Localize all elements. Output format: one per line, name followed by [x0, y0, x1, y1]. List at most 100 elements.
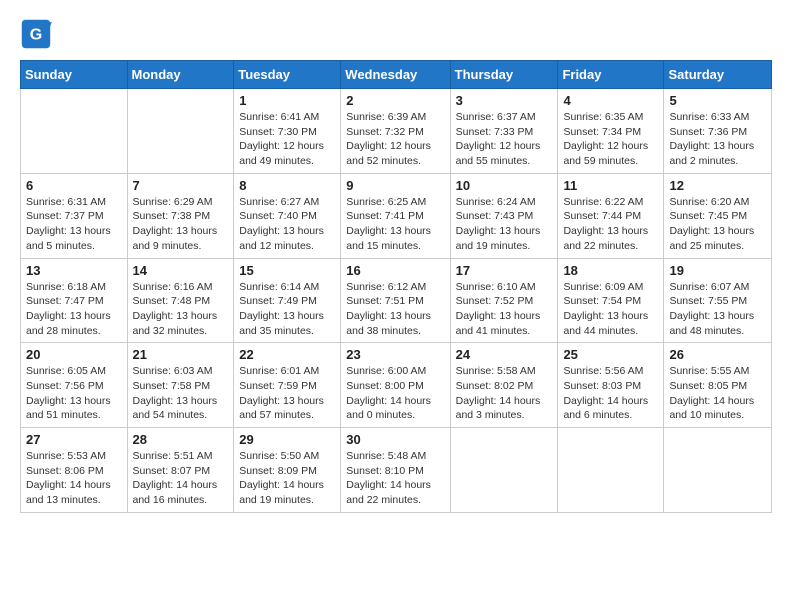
day-info: Sunrise: 6:31 AMSunset: 7:37 PMDaylight:…	[26, 195, 122, 254]
week-row-5: 27 Sunrise: 5:53 AMSunset: 8:06 PMDayligh…	[21, 428, 772, 513]
day-number: 30	[346, 432, 444, 447]
calendar-cell	[127, 89, 234, 174]
week-row-2: 6Sunrise: 6:31 AMSunset: 7:37 PMDaylight…	[21, 173, 772, 258]
day-number: 10	[456, 178, 553, 193]
day-number: 12	[669, 178, 766, 193]
day-info: Sunrise: 6:29 AMSunset: 7:38 PMDaylight:…	[133, 195, 229, 254]
day-info: Sunrise: 5:50 AMSunset: 8:09 PMDaylight:…	[239, 449, 335, 508]
col-header-saturday: Saturday	[664, 61, 772, 89]
day-info: Sunrise: 6:12 AMSunset: 7:51 PMDaylight:…	[346, 280, 444, 339]
day-number: 27	[26, 432, 122, 447]
day-number: 26	[669, 347, 766, 362]
day-number: 19	[669, 263, 766, 278]
calendar-cell: 18 Sunrise: 6:09 AMSunset: 7:54 PMDayligh…	[558, 258, 664, 343]
day-info: Sunrise: 5:53 AMSunset: 8:06 PMDaylight:…	[26, 449, 122, 508]
calendar-cell: 7 Sunrise: 6:29 AMSunset: 7:38 PMDaylight…	[127, 173, 234, 258]
day-info: Sunrise: 6:27 AMSunset: 7:40 PMDaylight:…	[239, 195, 335, 254]
day-number: 25	[563, 347, 658, 362]
day-number: 16	[346, 263, 444, 278]
logo: G	[20, 18, 56, 50]
day-number: 4	[563, 93, 658, 108]
day-info: Sunrise: 6:14 AMSunset: 7:49 PMDaylight:…	[239, 280, 335, 339]
calendar-cell: 27 Sunrise: 5:53 AMSunset: 8:06 PMDayligh…	[21, 428, 128, 513]
day-info: Sunrise: 6:22 AMSunset: 7:44 PMDaylight:…	[563, 195, 658, 254]
col-header-sunday: Sunday	[21, 61, 128, 89]
calendar-header-row: SundayMondayTuesdayWednesdayThursdayFrid…	[21, 61, 772, 89]
calendar-cell: 14 Sunrise: 6:16 AMSunset: 7:48 PMDayligh…	[127, 258, 234, 343]
day-number: 21	[133, 347, 229, 362]
col-header-thursday: Thursday	[450, 61, 558, 89]
day-number: 20	[26, 347, 122, 362]
day-number: 17	[456, 263, 553, 278]
day-info: Sunrise: 5:58 AMSunset: 8:02 PMDaylight:…	[456, 364, 553, 423]
day-info: Sunrise: 6:33 AMSunset: 7:36 PMDaylight:…	[669, 110, 766, 169]
day-info: Sunrise: 6:39 AMSunset: 7:32 PMDaylight:…	[346, 110, 444, 169]
calendar-cell	[21, 89, 128, 174]
day-info: Sunrise: 5:48 AMSunset: 8:10 PMDaylight:…	[346, 449, 444, 508]
day-info: Sunrise: 5:51 AMSunset: 8:07 PMDaylight:…	[133, 449, 229, 508]
day-number: 24	[456, 347, 553, 362]
calendar-cell: 5 Sunrise: 6:33 AMSunset: 7:36 PMDaylight…	[664, 89, 772, 174]
day-number: 8	[239, 178, 335, 193]
day-info: Sunrise: 6:10 AMSunset: 7:52 PMDaylight:…	[456, 280, 553, 339]
svg-text:G: G	[30, 26, 42, 43]
calendar-cell: 6Sunrise: 6:31 AMSunset: 7:37 PMDaylight…	[21, 173, 128, 258]
calendar-cell: 11 Sunrise: 6:22 AMSunset: 7:44 PMDayligh…	[558, 173, 664, 258]
day-info: Sunrise: 6:18 AMSunset: 7:47 PMDaylight:…	[26, 280, 122, 339]
logo-icon: G	[20, 18, 52, 50]
day-number: 15	[239, 263, 335, 278]
calendar-cell	[664, 428, 772, 513]
day-info: Sunrise: 6:37 AMSunset: 7:33 PMDaylight:…	[456, 110, 553, 169]
day-number: 9	[346, 178, 444, 193]
page: G SundayMondayTuesdayWednesdayThursdayFr…	[0, 0, 792, 531]
calendar-cell: 30 Sunrise: 5:48 AMSunset: 8:10 PMDayligh…	[341, 428, 450, 513]
calendar-cell: 29 Sunrise: 5:50 AMSunset: 8:09 PMDayligh…	[234, 428, 341, 513]
day-info: Sunrise: 5:56 AMSunset: 8:03 PMDaylight:…	[563, 364, 658, 423]
day-info: Sunrise: 6:03 AMSunset: 7:58 PMDaylight:…	[133, 364, 229, 423]
calendar-cell: 16 Sunrise: 6:12 AMSunset: 7:51 PMDayligh…	[341, 258, 450, 343]
calendar-cell: 19 Sunrise: 6:07 AMSunset: 7:55 PMDayligh…	[664, 258, 772, 343]
day-info: Sunrise: 6:05 AMSunset: 7:56 PMDaylight:…	[26, 364, 122, 423]
col-header-friday: Friday	[558, 61, 664, 89]
day-number: 3	[456, 93, 553, 108]
calendar-cell	[450, 428, 558, 513]
day-info: Sunrise: 6:01 AMSunset: 7:59 PMDaylight:…	[239, 364, 335, 423]
day-number: 14	[133, 263, 229, 278]
day-number: 1	[239, 93, 335, 108]
calendar-cell: 21 Sunrise: 6:03 AMSunset: 7:58 PMDayligh…	[127, 343, 234, 428]
calendar-cell: 3 Sunrise: 6:37 AMSunset: 7:33 PMDaylight…	[450, 89, 558, 174]
week-row-4: 20 Sunrise: 6:05 AMSunset: 7:56 PMDayligh…	[21, 343, 772, 428]
day-info: Sunrise: 6:25 AMSunset: 7:41 PMDaylight:…	[346, 195, 444, 254]
col-header-monday: Monday	[127, 61, 234, 89]
calendar-cell: 12 Sunrise: 6:20 AMSunset: 7:45 PMDayligh…	[664, 173, 772, 258]
calendar-cell: 1 Sunrise: 6:41 AMSunset: 7:30 PMDaylight…	[234, 89, 341, 174]
calendar-cell: 10 Sunrise: 6:24 AMSunset: 7:43 PMDayligh…	[450, 173, 558, 258]
day-number: 11	[563, 178, 658, 193]
day-info: Sunrise: 6:20 AMSunset: 7:45 PMDaylight:…	[669, 195, 766, 254]
calendar-cell: 26Sunrise: 5:55 AMSunset: 8:05 PMDayligh…	[664, 343, 772, 428]
calendar-cell: 4Sunrise: 6:35 AMSunset: 7:34 PMDaylight…	[558, 89, 664, 174]
day-info: Sunrise: 6:07 AMSunset: 7:55 PMDaylight:…	[669, 280, 766, 339]
day-number: 7	[133, 178, 229, 193]
day-number: 5	[669, 93, 766, 108]
calendar-cell: 2Sunrise: 6:39 AMSunset: 7:32 PMDaylight…	[341, 89, 450, 174]
day-number: 18	[563, 263, 658, 278]
day-info: Sunrise: 6:16 AMSunset: 7:48 PMDaylight:…	[133, 280, 229, 339]
day-info: Sunrise: 6:41 AMSunset: 7:30 PMDaylight:…	[239, 110, 335, 169]
col-header-tuesday: Tuesday	[234, 61, 341, 89]
calendar-cell: 15 Sunrise: 6:14 AMSunset: 7:49 PMDayligh…	[234, 258, 341, 343]
day-info: Sunrise: 6:24 AMSunset: 7:43 PMDaylight:…	[456, 195, 553, 254]
day-number: 29	[239, 432, 335, 447]
day-number: 28	[133, 432, 229, 447]
calendar-cell: 22Sunrise: 6:01 AMSunset: 7:59 PMDayligh…	[234, 343, 341, 428]
calendar-cell: 8 Sunrise: 6:27 AMSunset: 7:40 PMDaylight…	[234, 173, 341, 258]
week-row-3: 13 Sunrise: 6:18 AMSunset: 7:47 PMDayligh…	[21, 258, 772, 343]
day-number: 13	[26, 263, 122, 278]
day-info: Sunrise: 6:09 AMSunset: 7:54 PMDaylight:…	[563, 280, 658, 339]
calendar-cell: 20 Sunrise: 6:05 AMSunset: 7:56 PMDayligh…	[21, 343, 128, 428]
calendar-cell: 17 Sunrise: 6:10 AMSunset: 7:52 PMDayligh…	[450, 258, 558, 343]
calendar-cell	[558, 428, 664, 513]
col-header-wednesday: Wednesday	[341, 61, 450, 89]
header: G	[20, 18, 772, 50]
calendar-cell: 24 Sunrise: 5:58 AMSunset: 8:02 PMDayligh…	[450, 343, 558, 428]
